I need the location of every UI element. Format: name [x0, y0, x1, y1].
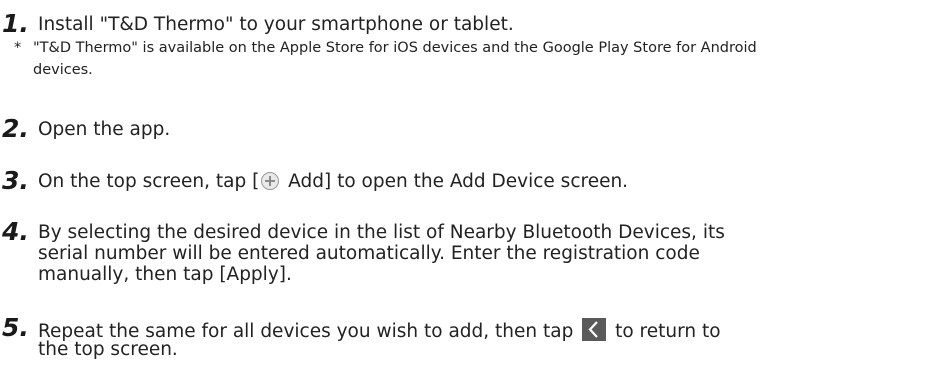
step-number: 1. [2, 9, 29, 38]
step-number: 4. [2, 217, 29, 246]
step-text-line-3: manually, then tap [Apply]. [38, 264, 292, 285]
step-text: Install "T&D Thermo" to your smartphone … [38, 14, 514, 35]
step-text: On the top screen, tap [ Add] to open th… [38, 171, 628, 192]
note-text: "T&D Thermo" is available on the Apple S… [33, 40, 757, 78]
step-text-line-2: serial number will be entered automatica… [38, 243, 700, 264]
back-chevron-icon [582, 318, 607, 341]
step-number: 2. [2, 114, 29, 143]
step-text-before: On the top screen, tap [ [38, 171, 260, 192]
step-text: Open the app. [38, 119, 171, 140]
step-number: 3. [2, 166, 29, 195]
step-number: 5. [2, 313, 29, 342]
step-text-after: Add] to open the Add Device screen. [282, 171, 629, 192]
add-circle-icon [261, 172, 280, 190]
step-text-line-2: the top screen. [38, 339, 178, 360]
note-asterisk: * [14, 40, 22, 56]
step-text-after: to return to [609, 321, 721, 342]
step-text-line-1: By selecting the desired device in the l… [38, 222, 725, 243]
